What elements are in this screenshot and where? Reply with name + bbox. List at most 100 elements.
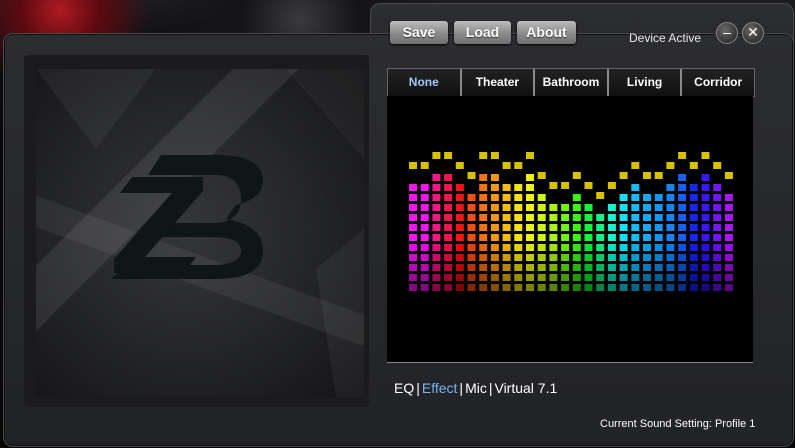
spectrum-cell [689, 224, 698, 231]
spectrum-cell [666, 224, 675, 231]
spectrum-cell [432, 214, 441, 221]
mode-separator: | [459, 380, 464, 396]
spectrum-cell [467, 244, 476, 251]
tab-none[interactable]: None [388, 69, 462, 96]
spectrum-cell [572, 194, 581, 201]
spectrum-cell [724, 214, 733, 221]
spectrum-cell [526, 194, 534, 201]
spectrum-cell [607, 284, 616, 291]
spectrum-peak [467, 172, 476, 179]
spectrum-cell [654, 194, 663, 201]
mode-eq[interactable]: EQ [394, 380, 414, 396]
spectrum-cell [561, 254, 570, 261]
spectrum-cell [724, 244, 733, 251]
spectrum-cell [666, 204, 675, 211]
tab-bathroom[interactable]: Bathroom [535, 69, 609, 96]
tab-living-room[interactable]: Living Room [608, 69, 683, 115]
spectrum-cell [561, 284, 570, 291]
spectrum-cell [549, 284, 558, 291]
spectrum-cell [444, 254, 453, 261]
spectrum-cell [713, 194, 722, 201]
spectrum-cell [596, 244, 605, 251]
spectrum-cell [455, 194, 464, 201]
about-button[interactable]: About [517, 21, 576, 44]
current-profile-text: Current Sound Setting: Profile 1 [600, 418, 756, 430]
spectrum-cell [502, 224, 511, 231]
spectrum-cell [549, 264, 558, 271]
tab-corridor[interactable]: Corridor [682, 69, 754, 96]
spectrum-cell [467, 214, 476, 221]
spectrum-cell [607, 264, 616, 271]
mode-virtual-71[interactable]: Virtual 7.1 [494, 380, 557, 396]
spectrum-cell [444, 194, 453, 201]
spectrum-cell [631, 274, 640, 281]
spectrum-cell [420, 264, 429, 271]
spectrum-peak [678, 152, 687, 159]
spectrum-cell [409, 264, 417, 271]
spectrum-cell [713, 234, 722, 241]
spectrum-peak [689, 162, 698, 169]
spectrum-cell [526, 254, 534, 261]
spectrum-cell [537, 234, 546, 241]
spectrum-cell [654, 214, 663, 221]
spectrum-cell [467, 204, 476, 211]
spectrum-cell [689, 274, 698, 281]
spectrum-cell [701, 244, 710, 251]
spectrum-cell [490, 194, 499, 201]
spectrum-cell [572, 234, 581, 241]
spectrum-cell [701, 204, 710, 211]
spectrum-cell [409, 194, 417, 201]
save-button[interactable]: Save [390, 21, 448, 44]
spectrum-cell [619, 194, 628, 201]
spectrum-cell [701, 264, 710, 271]
spectrum-cell [643, 274, 651, 281]
spectrum-cell [514, 254, 523, 261]
spectrum-cell [409, 244, 417, 251]
spectrum-cell [490, 254, 499, 261]
spectrum-cell [432, 224, 441, 231]
spectrum-cell [584, 204, 593, 211]
spectrum-cell [666, 234, 675, 241]
spectrum-cell [526, 214, 534, 221]
spectrum-cell [479, 274, 488, 281]
spectrum-cell [409, 214, 417, 221]
spectrum-cell [490, 244, 499, 251]
spectrum-cell [537, 204, 546, 211]
mode-mic[interactable]: Mic [465, 380, 487, 396]
spectrum-cell [724, 274, 733, 281]
spectrum-cell [631, 194, 640, 201]
minimize-icon[interactable]: – [716, 22, 738, 44]
spectrum-cell [689, 254, 698, 261]
spectrum-cell [455, 224, 464, 231]
spectrum-visualizer [387, 96, 753, 363]
spectrum-cell [455, 244, 464, 251]
spectrum-cell [678, 194, 687, 201]
spectrum-cell [713, 224, 722, 231]
spectrum-cell [701, 174, 710, 181]
spectrum-peak [420, 162, 429, 169]
spectrum-cell [514, 224, 523, 231]
load-button[interactable]: Load [454, 21, 511, 44]
tab-theater[interactable]: Theater [461, 69, 536, 96]
spectrum-cell [490, 274, 499, 281]
spectrum-cell [572, 264, 581, 271]
mode-separator: | [488, 380, 493, 396]
spectrum-cell [455, 184, 464, 191]
spectrum-cell [619, 214, 628, 221]
spectrum-cell [701, 284, 710, 291]
spectrum-cell [479, 264, 488, 271]
spectrum-cell [643, 224, 651, 231]
spectrum-cell [537, 194, 546, 201]
spectrum-cell [666, 194, 675, 201]
spectrum-cell [689, 234, 698, 241]
spectrum-cell [607, 214, 616, 221]
spectrum-cell [432, 184, 441, 191]
spectrum-cell [654, 254, 663, 261]
mode-effect[interactable]: Effect [422, 380, 458, 396]
spectrum-cell [596, 214, 605, 221]
spectrum-cell [502, 194, 511, 201]
spectrum-cell [502, 204, 511, 211]
close-icon[interactable]: ✕ [742, 22, 764, 44]
spectrum-cell [678, 204, 687, 211]
spectrum-cell [467, 234, 476, 241]
